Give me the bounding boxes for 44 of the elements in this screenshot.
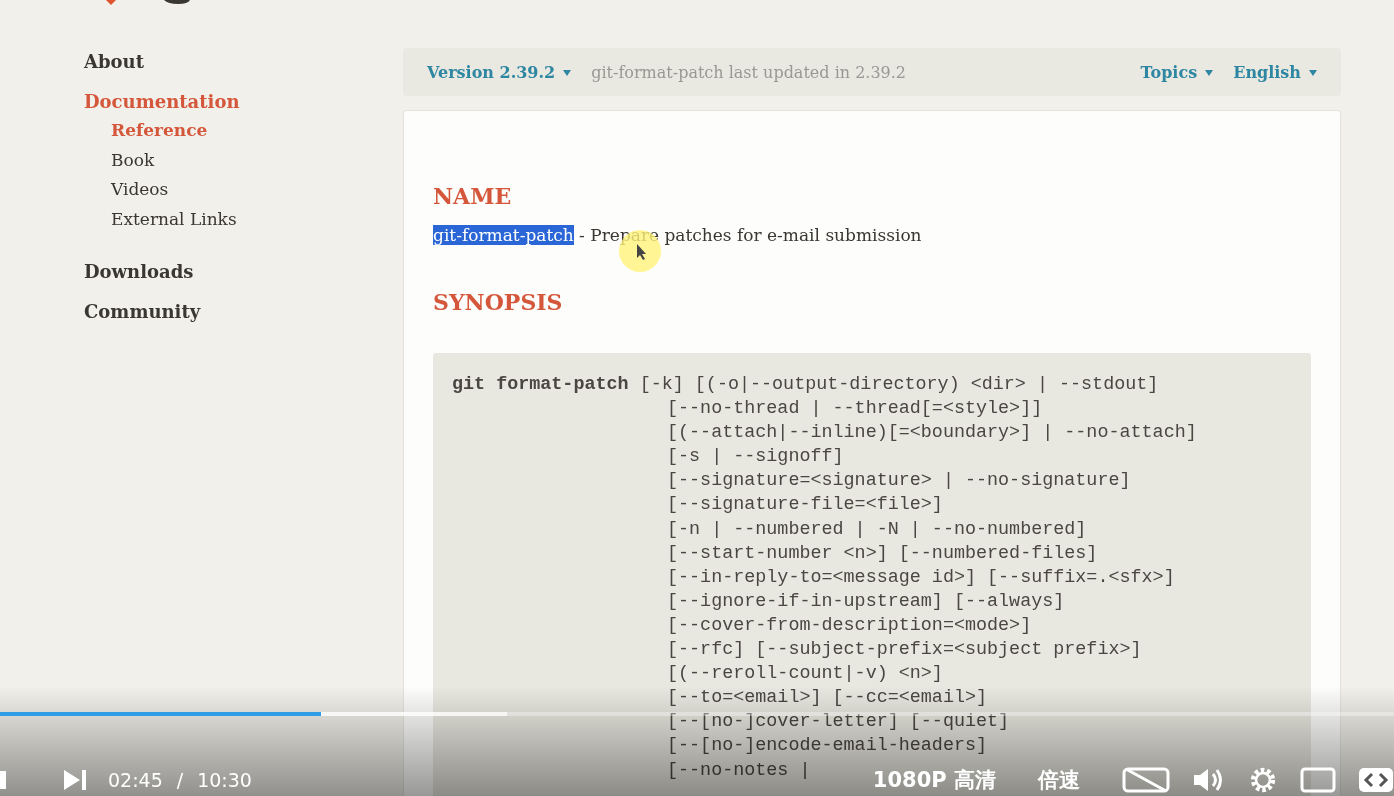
caret-icon xyxy=(563,70,572,76)
nav-link[interactable]: About xyxy=(84,48,144,76)
code-line: [--rfc] [--subject-prefix=<subject prefix>] xyxy=(667,638,1142,663)
code-line: [--to=<email>] [--cc=<email>] xyxy=(667,686,988,711)
nav-link[interactable]: Documentation xyxy=(84,88,240,116)
code-line: [-n | --numbered | -N | --no-numbered] xyxy=(667,517,1087,542)
settings-icon[interactable] xyxy=(1248,767,1278,793)
code-line: [--ignore-if-in-upstream] [--always] xyxy=(667,589,1065,614)
code-line: [-s | --signoff] xyxy=(667,445,844,470)
nav-link[interactable]: Community xyxy=(84,298,201,326)
duration: 10:30 xyxy=(197,769,252,791)
window-icon[interactable] xyxy=(1300,767,1336,793)
code-line: [--signature=<signature> | --no-signature] xyxy=(667,469,1131,494)
subtitle-off-icon[interactable] xyxy=(1122,767,1170,793)
last-updated-text: git-format-patch last updated in 2.39.2 xyxy=(591,62,907,82)
next-icon[interactable] xyxy=(62,769,88,791)
nav-link[interactable]: Downloads xyxy=(84,258,194,286)
nav-sublink[interactable]: External Links xyxy=(111,204,237,234)
menu-dropdown[interactable]: English xyxy=(1233,62,1317,82)
fullscreen-icon[interactable] xyxy=(1358,767,1394,793)
code-line: [--signature-file=<file>] xyxy=(667,493,943,518)
code-line: [--no-thread | --thread[=<style>]] xyxy=(667,397,1043,422)
current-time: 02:45 xyxy=(108,769,163,791)
speed-button[interactable]: 倍速 xyxy=(1038,766,1080,794)
code-line: [(--attach|--inline)[=<boundary>] | --no-attach] xyxy=(667,421,1197,446)
nav-sublink[interactable]: Reference xyxy=(111,116,208,146)
time-separator: / xyxy=(176,769,184,791)
version-dropdown[interactable]: Version 2.39.2 xyxy=(427,62,572,82)
caret-icon xyxy=(1309,70,1317,76)
code-line: [--cover-from-description=<mode>] xyxy=(667,613,1032,638)
code-line: [--no-notes | xyxy=(667,758,811,783)
code-line: [--[no-]cover-letter] [--quiet] xyxy=(667,710,1010,735)
menu-dropdown[interactable]: Topics xyxy=(1140,62,1214,82)
code-line: [--in-reply-to=<message id>] [--suffix=.<sfx>] xyxy=(667,565,1175,590)
code-line: [(--reroll-count|-v) <n>] xyxy=(667,662,943,687)
section-heading: SYNOPSIS xyxy=(433,288,563,317)
quality-button[interactable]: 1080P 高清 xyxy=(872,766,996,794)
caret-icon xyxy=(1205,70,1214,76)
section-heading: NAME xyxy=(433,182,512,211)
code-line: [--[no-]encode-email-headers] xyxy=(667,734,988,759)
code-line: [--start-number <n>] [--numbered-files] xyxy=(667,541,1098,566)
nav-sublink[interactable]: Videos xyxy=(111,175,169,205)
nav-sublink[interactable]: Book xyxy=(111,145,155,175)
code-line: git format-patch [-k] [(-o|--output-directory) <dir> | --stdout] xyxy=(452,373,1159,397)
